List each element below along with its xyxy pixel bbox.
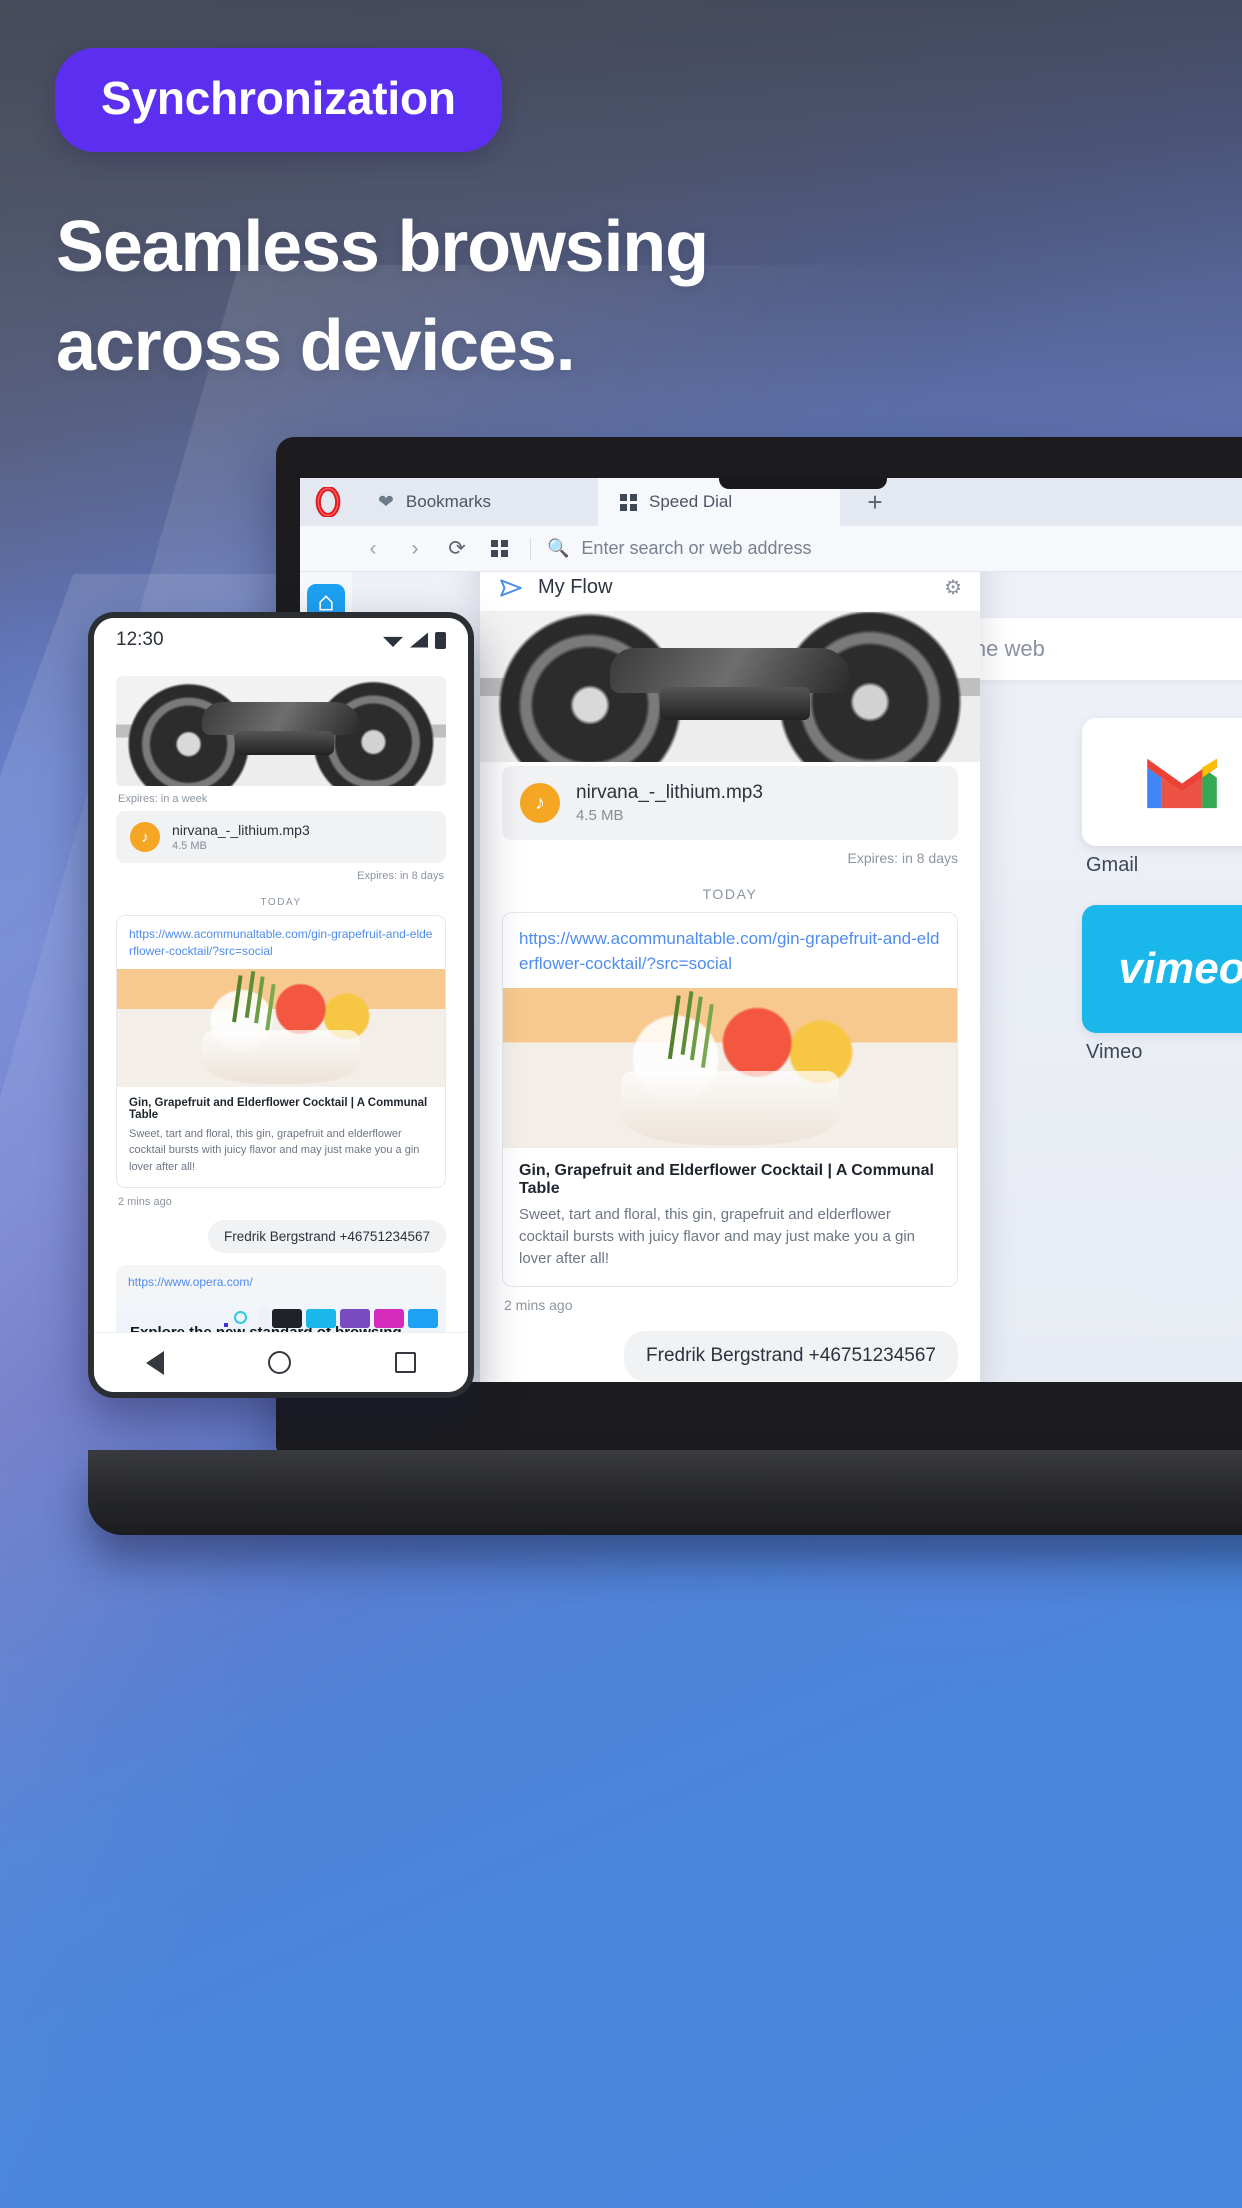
motorcycle-image xyxy=(480,612,980,762)
search-icon: 🔍 xyxy=(547,538,570,558)
phone-link-url[interactable]: https://www.acommunaltable.com/gin-grape… xyxy=(117,916,445,969)
phone-link-time: 2 mins ago xyxy=(118,1196,172,1209)
phone-contact-bubble: Fredrik Bergstrand +46751234567 xyxy=(207,1220,446,1254)
flow-file-name: nirvana_-_lithium.mp3 xyxy=(576,782,763,803)
back-nav-icon[interactable] xyxy=(146,1350,164,1375)
phone-link-card[interactable]: https://www.acommunaltable.com/gin-grape… xyxy=(116,915,446,1189)
flow-link-title: Gin, Grapefruit and Elderflower Cocktail… xyxy=(519,1162,934,1198)
music-note-icon: ♪ xyxy=(520,783,560,823)
status-bar-time: 12:30 xyxy=(116,629,164,650)
phone-navigation-bar xyxy=(94,1332,468,1392)
gear-icon[interactable]: ⚙ xyxy=(944,575,962,600)
speed-dial-tile-gmail[interactable] xyxy=(1082,718,1242,846)
my-flow-content: ♪ nirvana_-_lithium.mp3 4.5 MB Expires: … xyxy=(480,612,980,1382)
phone-opera-preview-card[interactable]: https://www.opera.com/ Explore the new s… xyxy=(116,1265,446,1332)
reload-icon[interactable]: ⟳ xyxy=(436,528,478,570)
phone-screen: 12:30 Expires: in a week ♪ nirvana_-_lit… xyxy=(94,618,468,1392)
flow-link-url[interactable]: https://www.acommunaltable.com/gin-grape… xyxy=(503,913,957,988)
phone-device: 12:30 Expires: in a week ♪ nirvana_-_lit… xyxy=(88,612,474,1398)
battery-icon xyxy=(435,631,446,649)
speed-dial-tile-gmail-label: Gmail xyxy=(1086,854,1139,876)
speed-dial-tile-vimeo[interactable]: vimeo xyxy=(1082,905,1242,1033)
tab-bookmarks-label: Bookmarks xyxy=(405,492,491,511)
my-flow-header: My Flow ⚙ xyxy=(480,572,980,612)
cocktail-image xyxy=(117,968,445,1087)
music-note-icon: ♪ xyxy=(130,822,160,852)
flow-file-expires: Expires: in 8 days xyxy=(847,850,959,866)
my-flow-title: My Flow xyxy=(538,576,613,598)
phone-image-expires: Expires: in a week xyxy=(118,793,208,805)
browser-nav-bar: ‹ › ⟳ 🔍 Enter search or web address xyxy=(300,526,1242,572)
status-bar-icons xyxy=(383,631,446,649)
tab-speed-dial-label: Speed Dial xyxy=(649,492,733,511)
toolbar-divider xyxy=(530,537,531,560)
phone-file-card[interactable]: ♪ nirvana_-_lithium.mp3 4.5 MB xyxy=(116,811,446,863)
speed-dial-icon[interactable] xyxy=(478,528,520,570)
feature-badge: Synchronization xyxy=(55,48,502,152)
motorcycle-image xyxy=(116,676,446,786)
address-bar-placeholder: Enter search or web address xyxy=(581,538,812,558)
laptop-camera-notch xyxy=(719,478,887,489)
opera-site-screenshot: Explore the new standard of browsing xyxy=(116,1299,446,1332)
phone-preview-url[interactable]: https://www.opera.com/ xyxy=(116,1275,446,1299)
address-bar[interactable]: 🔍 Enter search or web address xyxy=(541,538,1242,559)
flow-link-time: 2 mins ago xyxy=(504,1296,573,1313)
heart-icon: ❤ xyxy=(378,491,394,513)
preview-tile-grid xyxy=(272,1309,438,1332)
phone-link-description: Sweet, tart and floral, this gin, grapef… xyxy=(129,1127,420,1173)
signal-icon xyxy=(410,632,428,648)
forward-icon[interactable]: › xyxy=(394,528,436,570)
phone-status-bar: 12:30 xyxy=(94,618,468,662)
home-nav-icon[interactable] xyxy=(268,1351,291,1374)
flow-link-description: Sweet, tart and floral, this gin, grapef… xyxy=(519,1206,915,1267)
speed-dial-tile-vimeo-label: Vimeo xyxy=(1086,1041,1143,1063)
phone-file-expires: Expires: in 8 days xyxy=(357,870,444,882)
flow-contact-bubble: Fredrik Bergstrand +46751234567 xyxy=(624,1330,958,1381)
vimeo-wordmark: vimeo xyxy=(1118,944,1242,993)
laptop-base xyxy=(88,1450,1242,1535)
phone-day-separator: TODAY xyxy=(260,897,302,908)
my-flow-panel: ⋮ ⟳ 🔒 My Flow 📌 My Flow ⚙ ♪ xyxy=(480,572,980,1382)
phone-file-name: nirvana_-_lithium.mp3 xyxy=(172,822,310,838)
phone-link-title: Gin, Grapefruit and Elderflower Cocktail… xyxy=(129,1096,428,1121)
back-icon[interactable]: ‹ xyxy=(352,528,394,570)
flow-file-card[interactable]: ♪ nirvana_-_lithium.mp3 4.5 MB xyxy=(502,766,958,840)
flow-day-separator: TODAY xyxy=(702,886,758,902)
opera-logo-icon xyxy=(300,478,356,526)
cocktail-image xyxy=(503,988,957,1149)
phone-file-size: 4.5 MB xyxy=(172,840,207,852)
speed-dial-tiles: Gmail vimeo Vimeo xyxy=(1082,718,1242,1092)
grid-icon xyxy=(620,493,637,511)
flow-link-card[interactable]: https://www.acommunaltable.com/gin-grape… xyxy=(502,912,958,1287)
wifi-icon xyxy=(383,636,403,647)
recents-nav-icon[interactable] xyxy=(395,1352,416,1373)
page-title: Seamless browsing across devices. xyxy=(56,207,709,387)
phone-my-flow-content: Expires: in a week ♪ nirvana_-_lithium.m… xyxy=(94,662,468,1332)
flow-file-size: 4.5 MB xyxy=(576,807,624,824)
send-icon xyxy=(500,578,522,597)
tab-bookmarks[interactable]: ❤ Bookmarks xyxy=(356,478,598,526)
